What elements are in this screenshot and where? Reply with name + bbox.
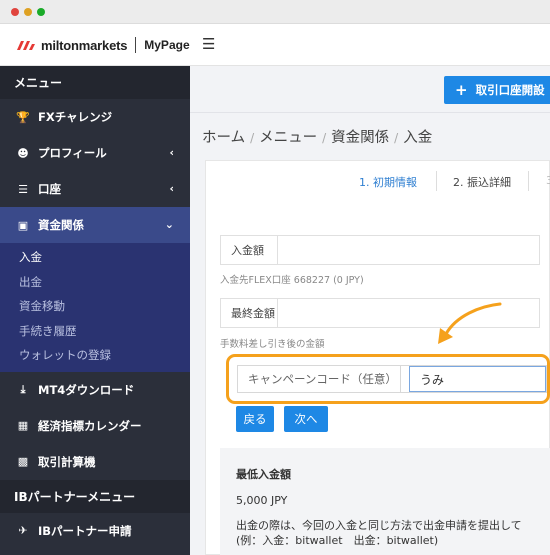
breadcrumb-current: 入金 [403,130,433,146]
back-button[interactable]: 戻る [236,406,274,432]
step-indicator: 1. 初期情報 2. 振込詳細 3 [206,161,550,201]
trophy-icon: 🏆 [16,110,30,124]
step-divider [436,171,437,191]
step-divider [528,171,529,191]
campaign-code-field: キャンペーンコード（任意） うみ [237,365,547,393]
chevron-down-icon: ⌄ [164,218,174,231]
deposit-amount-label: 入金額 [221,236,278,264]
campaign-code-input[interactable]: うみ [409,366,546,392]
step-three[interactable]: 3 [546,174,550,187]
sidebar-item-label: プロフィール [38,146,107,160]
chevron-left-icon: ‹ [169,182,174,195]
breadcrumb-funds[interactable]: 資金関係 [331,130,389,146]
sidebar-item-label: 経済指標カレンダー [38,418,142,433]
logo-divider [135,37,137,53]
open-account-button[interactable]: + 取引口座開設 [444,76,550,104]
sidebar-item-label: 資金関係 [38,218,84,232]
hamburger-icon[interactable]: ☰ [202,37,215,52]
next-button[interactable]: 次へ [284,406,328,432]
final-amount-label: 最終金額 [221,299,278,327]
annotation-arrow-icon [438,302,502,344]
logo-mark-icon [17,41,35,50]
close-window-button[interactable] [11,8,19,16]
sidebar-item-label: MT4ダウンロード [38,382,135,397]
maximize-window-button[interactable] [37,8,45,16]
sidebar-subitem-transfer[interactable]: 資金移動 [0,294,190,319]
sidebar-item-profile[interactable]: ☻ プロフィール ‹ [0,135,190,171]
info-min-amount: 5,000 JPY [236,494,288,507]
sidebar-item-ib-apply[interactable]: ✈ IBパートナー申請 [0,513,190,549]
sidebar: メニュー 🏆 FXチャレンジ ☻ プロフィール ‹ ☰ 口座 ‹ ▣ 資金関係 … [0,66,190,555]
deposit-hint: 入金先FLEX口座 668227 (0 JPY) [220,275,364,286]
breadcrumb-separator: / [394,131,399,145]
calendar-icon: ▦ [17,419,29,432]
plus-icon: + [455,81,468,99]
sidebar-item-calculator[interactable]: ▩ 取引計算機 [0,444,190,480]
chevron-left-icon: ‹ [169,146,174,159]
logo-page-label: MyPage [144,38,190,52]
logo-text: miltonmarkets [41,37,128,53]
calculator-icon: ▩ [17,455,29,468]
user-icon: ☻ [17,146,29,160]
step-initial-info[interactable]: 1. 初期情報 [359,174,417,190]
wallet-icon: ▣ [17,218,29,232]
sidebar-item-fx-challenge[interactable]: 🏆 FXチャレンジ [0,99,190,135]
sidebar-submenu: 入金 出金 資金移動 手続き履歴 ウォレットの登録 [0,243,190,372]
step-transfer-details[interactable]: 2. 振込詳細 [453,174,511,190]
sidebar-section-ib-title: IBパートナーメニュー [0,479,190,513]
sidebar-item-label: FXチャレンジ [38,110,113,124]
window-titlebar [0,0,550,24]
info-title: 最低入金額 [236,468,291,481]
final-amount-hint: 手数料差し引き後の金額 [220,339,325,350]
sidebar-item-calendar[interactable]: ▦ 経済指標カレンダー [0,408,190,444]
breadcrumb: ホーム / メニュー / 資金関係 / 入金 [202,126,432,147]
campaign-code-highlight: キャンペーンコード（任意） うみ [226,354,550,404]
sidebar-item-label: 取引計算機 [38,454,96,469]
campaign-code-label: キャンペーンコード（任意） [238,366,401,392]
sidebar-subitem-history[interactable]: 手続き履歴 [0,319,190,344]
minimize-window-button[interactable] [24,8,32,16]
breadcrumb-separator: / [322,131,327,145]
top-header: miltonmarkets MyPage ☰ [0,24,550,66]
breadcrumb-menu[interactable]: メニュー [259,130,317,146]
sidebar-item-label: 口座 [38,182,61,196]
sidebar-item-mt4-download[interactable]: ⤓ MT4ダウンロード [0,372,190,408]
sidebar-title: メニュー [0,66,190,99]
sidebar-subitem-withdraw[interactable]: 出金 [0,270,190,295]
sidebar-item-funds[interactable]: ▣ 資金関係 ⌄ [0,207,190,243]
sidebar-item-account[interactable]: ☰ 口座 ‹ [0,171,190,207]
handshake-icon: ✈ [18,524,28,537]
logo[interactable]: miltonmarkets MyPage [0,24,190,66]
open-account-label: 取引口座開設 [475,83,545,97]
divider [190,112,550,113]
sidebar-subitem-deposit[interactable]: 入金 [0,245,190,270]
info-example: (例：入金：bitwallet 出金：bitwallet) [236,534,439,547]
info-note: 出金の際は、今回の入金と同じ方法で出金申請を提出して [236,519,522,532]
sidebar-subitem-wallet[interactable]: ウォレットの登録 [0,343,190,368]
list-icon: ☰ [18,182,28,196]
deposit-amount-field[interactable]: 入金額 [220,235,540,265]
sidebar-item-label: IBパートナー申請 [38,523,132,538]
breadcrumb-home[interactable]: ホーム [202,130,245,146]
download-icon: ⤓ [20,382,26,396]
info-panel: 最低入金額 5,000 JPY 出金の際は、今回の入金と同じ方法で出金申請を提出… [220,448,550,555]
breadcrumb-separator: / [250,131,255,145]
